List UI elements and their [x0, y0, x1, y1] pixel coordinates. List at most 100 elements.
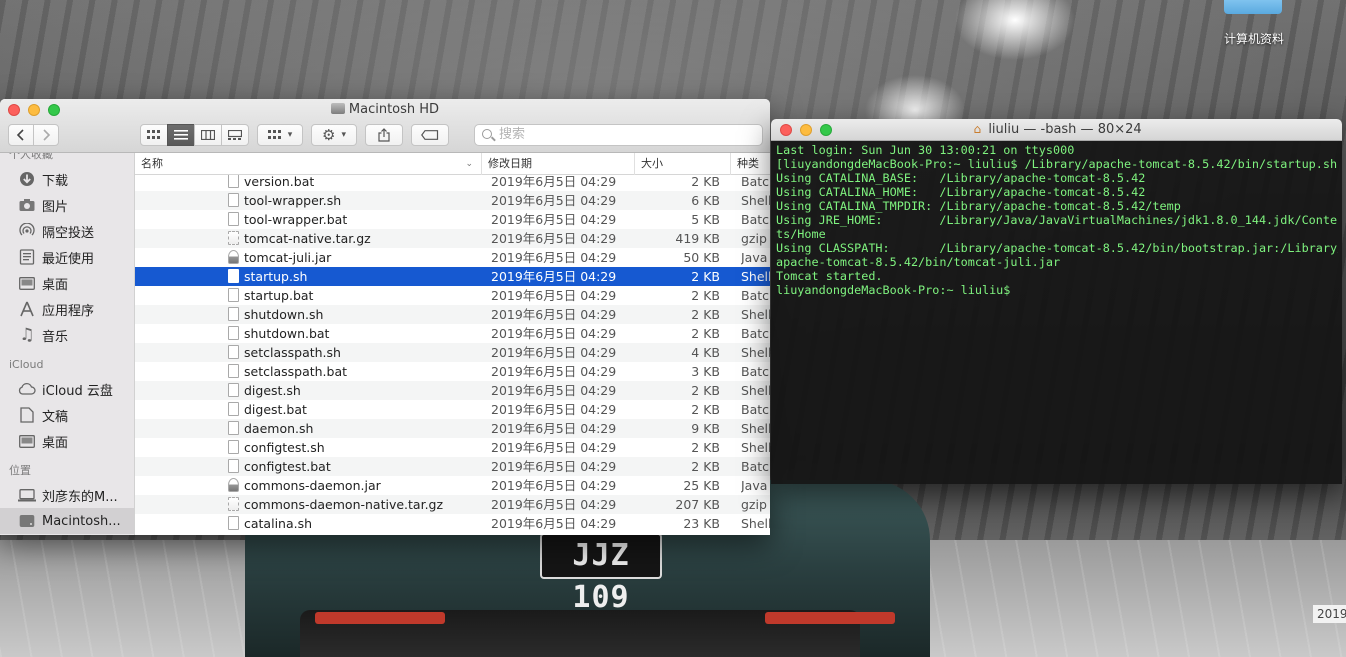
column-header-name[interactable]: 名称 ⌄ — [135, 153, 482, 175]
back-button[interactable] — [8, 124, 34, 146]
sidebar-item-computer[interactable]: 刘彦东的M... — [0, 482, 134, 508]
sidebar-item-documents[interactable]: 文稿 — [0, 402, 134, 428]
file-row[interactable]: shutdown.bat 2019年6月5日 04:29 2 KB Batch — [135, 324, 770, 343]
forward-button[interactable] — [33, 124, 59, 146]
share-button[interactable] — [365, 124, 403, 146]
file-row[interactable]: tool-wrapper.bat 2019年6月5日 04:29 5 KB Batch — [135, 210, 770, 229]
list-view-button[interactable] — [167, 124, 195, 146]
file-size: 419 KB — [675, 231, 720, 246]
sidebar-item-downloads[interactable]: 下载 — [0, 166, 134, 192]
gallery-view-button[interactable] — [221, 124, 249, 146]
file-kind: Shell — [741, 516, 770, 531]
file-row[interactable]: tomcat-juli.jar 2019年6月5日 04:29 50 KB Java — [135, 248, 770, 267]
file-row[interactable]: setclasspath.bat 2019年6月5日 04:29 3 KB Batch — [135, 362, 770, 381]
file-name: tomcat-native.tar.gz — [244, 231, 371, 246]
sidebar-item-airdrop[interactable]: 隔空投送 — [0, 218, 134, 244]
desktop-folder-icon[interactable] — [1224, 0, 1282, 14]
desktop-folder-label[interactable]: 计算机资料 — [1210, 30, 1298, 47]
file-row[interactable]: tomcat-native.tar.gz 2019年6月5日 04:29 419 K… — [135, 229, 770, 248]
file-kind: Batch — [741, 288, 770, 303]
file-size: 2 KB — [691, 288, 720, 303]
file-name: catalina.sh — [244, 516, 313, 531]
file-kind: Shell — [741, 269, 770, 284]
terminal-line: ts/Home — [776, 227, 826, 241]
document-icon — [18, 406, 36, 424]
search-input[interactable]: 搜索 — [474, 124, 763, 146]
file-size: 9 KB — [691, 421, 720, 436]
file-size: 2 KB — [691, 326, 720, 341]
home-icon: ⌂ — [973, 122, 982, 136]
column-header-kind[interactable]: 种类 — [731, 153, 770, 175]
file-row[interactable]: startup.bat 2019年6月5日 04:29 2 KB Batch — [135, 286, 770, 305]
file-row[interactable]: tool-wrapper.sh 2019年6月5日 04:29 6 KB Shell — [135, 191, 770, 210]
file-name: configtest.sh — [244, 440, 325, 455]
file-row[interactable]: commons-daemon.jar 2019年6月5日 04:29 25 KB Ja… — [135, 476, 770, 495]
terminal-window[interactable]: ⌂ liuliu — -bash — 80×24 Last login: Sun … — [771, 119, 1342, 484]
file-size: 2 KB — [691, 402, 720, 417]
file-date: 2019年6月5日 04:29 — [491, 231, 617, 246]
terminal-titlebar[interactable]: ⌂ liuliu — -bash — 80×24 — [771, 119, 1342, 141]
sidebar-item-macintosh-hd[interactable]: Macintosh... — [0, 508, 134, 534]
file-kind: gzip — [741, 231, 767, 246]
file-size: 6 KB — [691, 193, 720, 208]
list-icon — [174, 130, 188, 140]
action-button[interactable]: ⚙ ▾ — [311, 124, 357, 146]
sidebar-section-icloud: iCloud — [9, 358, 44, 371]
sidebar-item-applications[interactable]: 应用程序 — [0, 296, 134, 322]
sidebar-item-icloud-desktop[interactable]: 桌面 — [0, 428, 134, 454]
sidebar-item-pictures[interactable]: 图片 — [0, 192, 134, 218]
file-row[interactable]: setclasspath.sh 2019年6月5日 04:29 4 KB Shell — [135, 343, 770, 362]
file-row[interactable]: version.bat 2019年6月5日 04:29 2 KB Batch — [135, 175, 770, 191]
column-header-size[interactable]: 大小 — [635, 153, 731, 175]
file-row[interactable]: commons-daemon-native.tar.gz 2019年6月5日 04… — [135, 495, 770, 514]
grid-icon — [147, 130, 160, 139]
terminal-line: apache-tomcat-8.5.42/bin/tomcat-juli.jar — [776, 255, 1061, 269]
group-button[interactable]: ▾ — [257, 124, 303, 146]
finder-titlebar[interactable]: Macintosh HD ▾ ⚙ ▾ 搜索 — [0, 99, 770, 153]
sidebar-item-recents[interactable]: 最近使用 — [0, 244, 134, 270]
file-name: startup.bat — [244, 288, 314, 303]
file-size: 5 KB — [691, 212, 720, 227]
download-icon — [18, 170, 36, 188]
file-kind: Batch — [741, 212, 770, 227]
terminal-line: liuyandongdeMacBook-Pro:~ liuliu$ — [776, 283, 1018, 297]
column-header-date[interactable]: 修改日期 — [482, 153, 635, 175]
chevron-left-icon — [16, 129, 24, 141]
file-kind: Shell — [741, 383, 770, 398]
tag-button[interactable] — [411, 124, 449, 146]
file-row[interactable]: configtest.bat 2019年6月5日 04:29 2 KB Batch — [135, 457, 770, 476]
sidebar-item-icloud-drive[interactable]: iCloud 云盘 — [0, 376, 134, 402]
list-header: 名称 ⌄ 修改日期 大小 种类 — [135, 153, 770, 175]
computer-icon — [18, 486, 36, 504]
file-date: 2019年6月5日 04:29 — [491, 250, 617, 265]
terminal-line: Last login: Sun Jun 30 13:00:21 on ttys0… — [776, 143, 1075, 157]
file-size: 2 KB — [691, 307, 720, 322]
file-row[interactable]: startup.sh 2019年6月5日 04:29 2 KB Shell — [135, 267, 770, 286]
terminal-output[interactable]: Last login: Sun Jun 30 13:00:21 on ttys0… — [776, 143, 1338, 479]
wallpaper-taillight-left — [315, 612, 445, 624]
chevron-right-icon — [43, 129, 51, 141]
file-kind: Batch — [741, 459, 770, 474]
tag-icon — [421, 130, 439, 140]
file-kind: Batch — [741, 175, 770, 189]
file-list: version.bat2019年6月5日 04:292 KBBatchtool-… — [135, 175, 770, 535]
file-row[interactable]: digest.bat 2019年6月5日 04:29 2 KB Batch — [135, 400, 770, 419]
file-date: 2019年6月5日 04:29 — [491, 364, 617, 379]
file-kind: Java — [741, 250, 768, 265]
file-row[interactable]: daemon.sh 2019年6月5日 04:29 9 KB Shell — [135, 419, 770, 438]
file-name: configtest.bat — [244, 459, 331, 474]
applications-icon — [18, 300, 36, 318]
sidebar-item-music[interactable]: ♫ 音乐 — [0, 322, 134, 348]
file-row[interactable]: shutdown.sh 2019年6月5日 04:29 2 KB Shell — [135, 305, 770, 324]
file-row[interactable]: digest.sh 2019年6月5日 04:29 2 KB Shell — [135, 381, 770, 400]
file-name: setclasspath.sh — [244, 345, 341, 360]
file-size: 2 KB — [691, 383, 720, 398]
column-view-button[interactable] — [194, 124, 222, 146]
file-kind: Shell — [741, 193, 770, 208]
sidebar-item-desktop[interactable]: 桌面 — [0, 270, 134, 296]
file-name: digest.bat — [244, 402, 307, 417]
icon-view-button[interactable] — [140, 124, 168, 146]
file-size: 2 KB — [691, 459, 720, 474]
file-row[interactable]: catalina.sh 2019年6月5日 04:29 23 KB Shell — [135, 514, 770, 533]
file-row[interactable]: configtest.sh 2019年6月5日 04:29 2 KB Shell — [135, 438, 770, 457]
